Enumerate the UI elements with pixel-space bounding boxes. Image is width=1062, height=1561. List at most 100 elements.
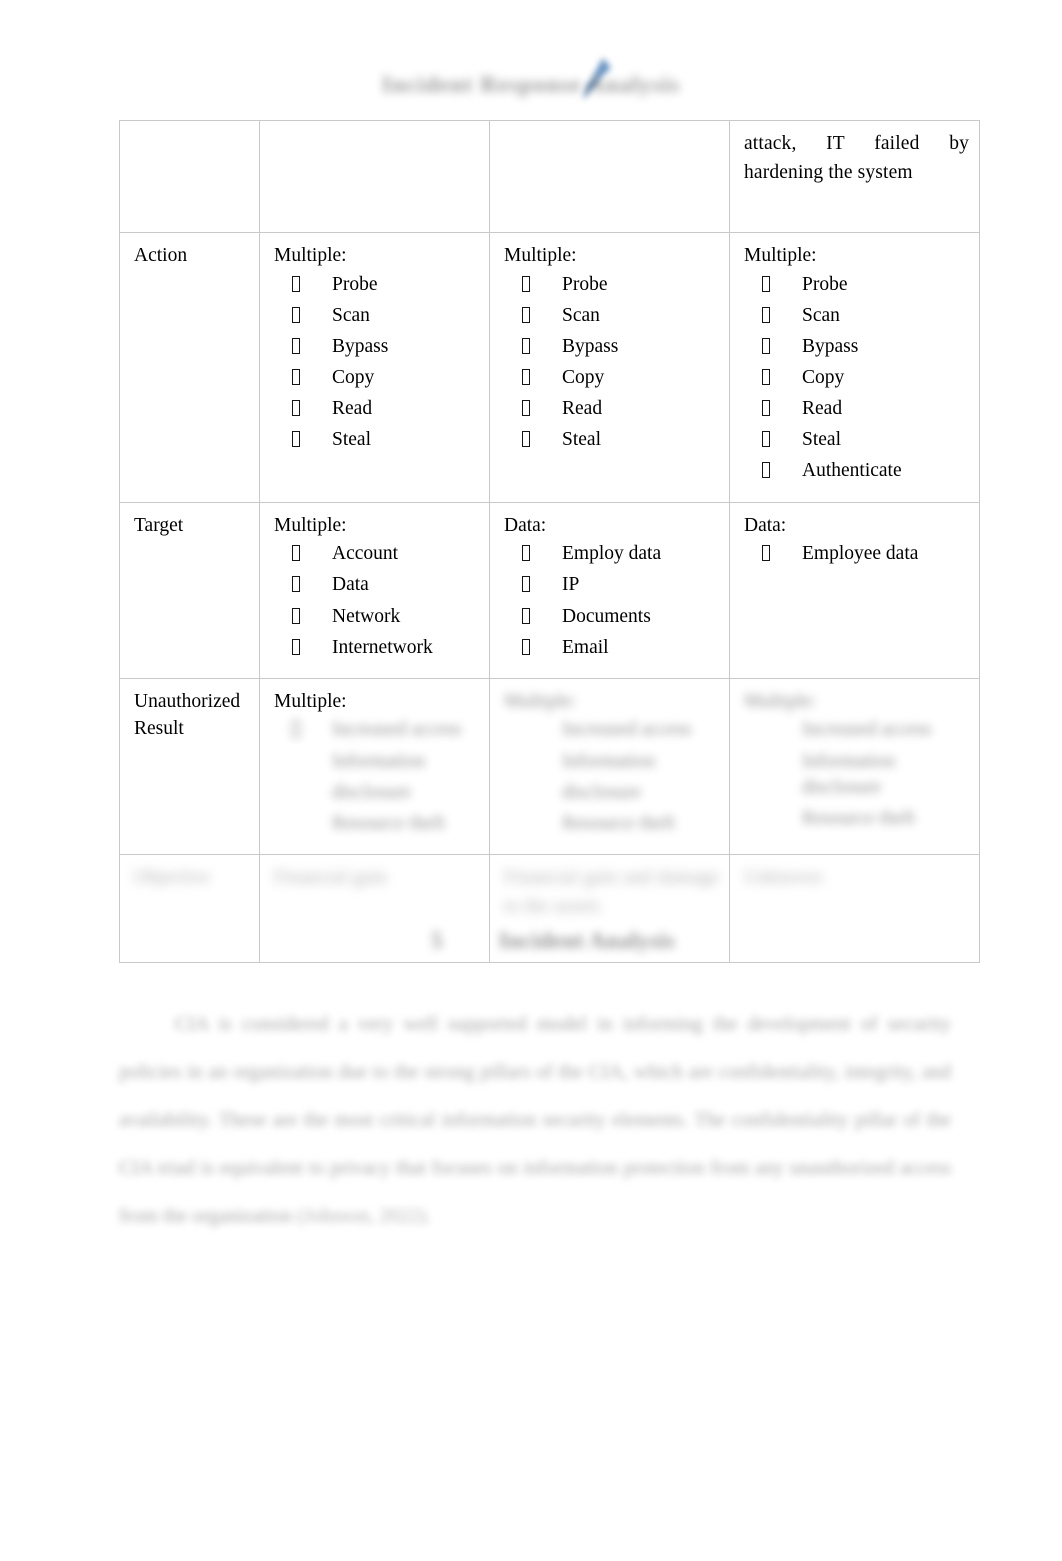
bullet-list: Employ data IP Documents Email (504, 541, 719, 661)
list-item: Employee data (750, 541, 969, 567)
table-cell: Multiple: Probe Scan Bypass Copy Read St… (489, 232, 730, 503)
list-item-label: Internetwork (332, 636, 433, 658)
list-item: disclosure (510, 780, 719, 806)
list-item: Employ data (510, 541, 719, 567)
list-item-label: Information (332, 750, 426, 772)
cell-heading: Multiple: (274, 690, 347, 712)
bullet-glyph-icon (522, 369, 530, 386)
list-item-label: Information (562, 750, 656, 772)
list-item-label: Probe (562, 273, 608, 295)
list-item-label: Scan (332, 304, 370, 326)
list-item: Bypass (510, 334, 719, 360)
bullet-glyph-icon (292, 721, 300, 738)
list-item: Bypass (750, 334, 969, 360)
bullet-glyph-icon (522, 607, 530, 624)
list-item: Probe (750, 272, 969, 298)
list-item: Network (280, 604, 479, 630)
row-label-cell: Target (119, 501, 260, 679)
bullet-list: Employee data (744, 541, 969, 567)
bullet-glyph-icon (292, 369, 300, 386)
section-number: 5 (430, 928, 443, 953)
list-item: Read (750, 396, 969, 422)
bullet-glyph-icon (762, 462, 770, 479)
table-cell: Multiple: Probe Scan Bypass Copy Read St… (259, 232, 490, 503)
list-item: Scan (510, 303, 719, 329)
bullet-glyph-icon (292, 576, 300, 593)
bullet-glyph-icon (292, 400, 300, 417)
cell-text: Financial gain and damage to the assets (504, 866, 719, 917)
list-item: Email (510, 635, 719, 661)
list-item: Copy (280, 365, 479, 391)
bullet-glyph-icon (522, 545, 530, 562)
bullet-glyph-icon (762, 545, 770, 562)
list-item-label: Bypass (332, 335, 389, 357)
list-item: Probe (280, 272, 479, 298)
bullet-glyph-icon (522, 431, 530, 448)
list-item: Copy (510, 365, 719, 391)
list-item-label: Documents (562, 605, 651, 627)
list-item: IP (510, 572, 719, 598)
paragraph-citation: (Johnson, 2022). (291, 1205, 431, 1227)
table-cell: Multiple: Increased access Information d… (729, 677, 980, 855)
list-item: Read (510, 396, 719, 422)
bullet-list: Probe Scan Bypass Copy Read Steal Authen… (744, 272, 969, 485)
list-item-label: Resource theft (802, 807, 916, 829)
bullet-glyph-icon (522, 275, 530, 292)
cell-heading: Multiple: (504, 690, 577, 712)
list-item-label: Steal (332, 429, 371, 451)
bullet-glyph-icon (292, 638, 300, 655)
list-item: Steal (750, 427, 969, 453)
list-item: Copy (750, 365, 969, 391)
table-cell: attack, IT failed by hardening the syste… (729, 120, 980, 233)
list-item-label: Data (332, 574, 369, 596)
bullet-list: Increased access Information disclosure … (504, 717, 719, 837)
document-running-header: Incident Response Analysis (0, 58, 1062, 112)
list-item-label: Employ data (562, 543, 662, 565)
list-item: Bypass (280, 334, 479, 360)
bullet-glyph-icon (292, 337, 300, 354)
bullet-glyph-icon (762, 275, 770, 292)
table-row: Target Multiple: Account Data Network In… (119, 501, 980, 679)
bullet-list: Account Data Network Internetwork (274, 541, 479, 661)
bullet-list: Probe Scan Bypass Copy Read Steal (274, 272, 479, 454)
list-item-label: Steal (802, 429, 841, 451)
cell-heading: Multiple: (274, 514, 347, 536)
table-cell (489, 120, 730, 233)
list-item-label: Scan (562, 304, 600, 326)
row-label: Target (134, 514, 184, 536)
bullet-glyph-icon (292, 607, 300, 624)
cell-text: Unknown (744, 866, 822, 888)
incident-taxonomy-table-wrapper: attack, IT failed by hardening the syste… (119, 120, 980, 963)
bullet-glyph-icon (762, 337, 770, 354)
list-item-label: Account (332, 543, 399, 565)
list-item-label: Steal (562, 429, 601, 451)
list-item-label: Read (562, 398, 603, 420)
list-item-label: Read (802, 398, 843, 420)
list-item: Information disclosure (750, 749, 969, 801)
bullet-list: Increased access Information disclosure … (274, 717, 479, 837)
cell-heading: Multiple: (744, 690, 817, 712)
bullet-list: Increased access Information disclosure … (744, 717, 969, 832)
list-item-label: Bypass (562, 335, 619, 357)
cell-text: Financial gain (274, 866, 388, 888)
list-item: Internetwork (280, 635, 479, 661)
row-label: Unauthorized Result (134, 690, 241, 740)
list-item-label: Probe (332, 273, 378, 295)
bullet-list: Probe Scan Bypass Copy Read Steal (504, 272, 719, 454)
list-item: disclosure (280, 780, 479, 806)
list-item: Documents (510, 604, 719, 630)
list-item-label: Copy (332, 367, 375, 389)
list-item-label: Probe (802, 273, 848, 295)
cell-heading: Multiple: (504, 245, 577, 266)
cell-heading: Data: (744, 514, 787, 536)
list-item: Read (280, 396, 479, 422)
bullet-glyph-icon (522, 400, 530, 417)
section-title: Incident Analysis (498, 928, 676, 953)
running-header-text: Incident Response Analysis (381, 72, 681, 97)
table-cell: Multiple: Account Data Network Internetw… (259, 501, 490, 679)
table-cell: Data: Employee data (729, 501, 980, 679)
list-item: Increased access (510, 717, 719, 743)
table-row: Action Multiple: Probe Scan Bypass Copy … (119, 232, 980, 503)
list-item-label: IP (562, 574, 580, 596)
list-item-label: Resource theft (562, 812, 676, 834)
